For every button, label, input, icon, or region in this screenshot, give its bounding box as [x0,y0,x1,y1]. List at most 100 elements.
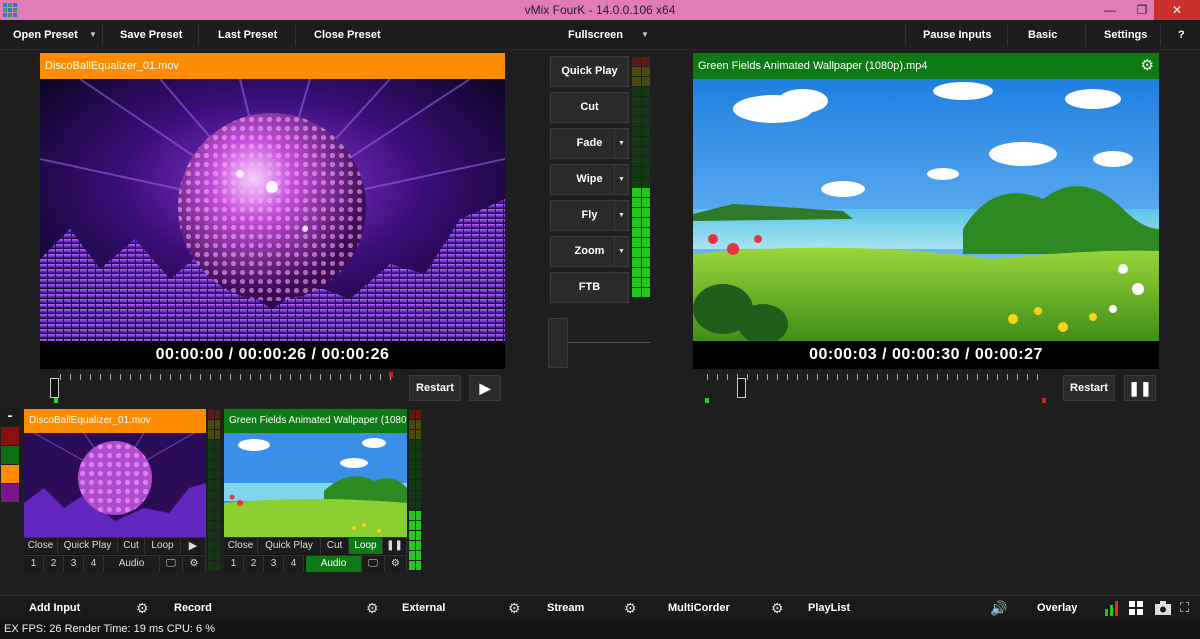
external-settings-gear-icon[interactable]: ⚙ [366,596,379,620]
record-settings-gear-icon[interactable]: ⚙ [136,596,149,620]
vu-segment [409,490,415,500]
input-1-overlay-4[interactable]: 4 [84,556,104,572]
cut-button[interactable]: Cut [550,92,629,123]
input-1-audio-button[interactable]: Audio [104,556,160,572]
fade-dropdown-icon[interactable]: ▼ [614,129,628,158]
input-1-overlay-3[interactable]: 3 [64,556,84,572]
multicorder-button[interactable]: MultiCorder [668,596,730,620]
fullscreen-output-icon[interactable]: ⛶ [1180,596,1189,620]
color-tag-orange[interactable] [1,465,19,483]
fly-dropdown-icon[interactable]: ▼ [614,201,628,230]
input-2-settings-gear-icon[interactable]: ⚙ [385,556,407,572]
wipe-button[interactable]: Wipe ▼ [550,164,629,195]
add-input-button[interactable]: Add Input [29,596,80,620]
multiview-grid-icon[interactable] [1129,601,1143,615]
transition-t-bar[interactable] [548,318,568,368]
input-1-monitor-icon[interactable]: 🖵 [160,556,183,572]
input-2-pause-icon[interactable]: ❚❚ [383,538,407,554]
preview-play-button[interactable]: ▶ [469,375,501,401]
preview-restart-button[interactable]: Restart [409,375,461,401]
input-2-overlay-3[interactable]: 3 [264,556,284,572]
fullscreen-dropdown-icon[interactable]: ▼ [641,20,649,50]
input-1-thumbnail[interactable] [24,433,206,537]
save-preset-button[interactable]: Save Preset [120,20,182,50]
color-tag-purple[interactable] [1,484,19,502]
input-2-quick-play-button[interactable]: Quick Play [258,538,321,554]
vu-segment [214,480,220,490]
color-tag-green[interactable] [1,446,19,464]
toolbar-divider [1085,24,1086,46]
multicorder-settings-gear-icon[interactable]: ⚙ [624,596,637,620]
output-settings-gear-icon[interactable]: ⚙ [1141,53,1154,79]
input-2-thumbnail[interactable] [224,433,407,537]
last-preset-button[interactable]: Last Preset [218,20,277,50]
stream-settings-gear-icon[interactable]: ⚙ [508,596,521,620]
input-2-overlay-4[interactable]: 4 [284,556,304,572]
vu-segment [632,67,641,77]
overlay-button[interactable]: Overlay [1037,596,1077,620]
fade-button[interactable]: Fade ▼ [550,128,629,159]
quick-play-button[interactable]: Quick Play [550,56,629,87]
vu-segment [409,510,415,520]
fullscreen-button[interactable]: Fullscreen [568,20,623,50]
preview-video-disco-ball[interactable] [40,79,505,341]
help-button[interactable]: ? [1178,20,1185,50]
input-2-overlay-2[interactable]: 2 [244,556,264,572]
input-1-loop-button[interactable]: Loop [145,538,181,554]
speaker-icon[interactable]: 🔊 [990,596,1007,620]
input-2-title: Green Fields Animated Wallpaper (1080p).… [224,409,407,433]
playlist-button[interactable]: PlayList [808,596,850,620]
output-panel: Green Fields Animated Wallpaper (1080p).… [693,53,1159,369]
input-2-loop-button[interactable]: Loop [349,538,383,554]
wipe-dropdown-icon[interactable]: ▼ [614,165,628,194]
open-preset-dropdown-icon[interactable]: ▼ [89,20,97,50]
input-2-audio-button[interactable]: Audio [306,556,362,572]
minimize-button[interactable]: — [1096,0,1124,20]
input-2-monitor-icon[interactable]: 🖵 [362,556,385,572]
input-1-settings-gear-icon[interactable]: ⚙ [183,556,206,572]
input-1-cut-button[interactable]: Cut [118,538,145,554]
vu-segment [214,530,220,540]
color-tag-red[interactable] [1,427,19,445]
audio-mixer-bars-icon[interactable] [1104,600,1120,616]
input-card-1: DiscoBallEqualizer_01.mov Close Quick Pl… [24,409,206,572]
input-1-overlay-2[interactable]: 2 [44,556,64,572]
color-tag-none[interactable]: - [1,408,19,426]
vu-segment [208,510,214,520]
open-preset-button[interactable]: Open Preset [13,20,78,50]
input-1-quick-play-button[interactable]: Quick Play [58,538,118,554]
pause-inputs-button[interactable]: Pause Inputs [923,20,991,50]
input-2-cut-button[interactable]: Cut [321,538,349,554]
external-button[interactable]: External [402,596,445,620]
input-2-overlay-1[interactable]: 1 [224,556,244,572]
stream-button[interactable]: Stream [547,596,584,620]
restore-button[interactable]: ❐ [1128,0,1156,20]
settings-button[interactable]: Settings [1104,20,1147,50]
input-2-close-button[interactable]: Close [224,538,258,554]
zoom-dropdown-icon[interactable]: ▼ [614,237,628,266]
wipe-label: Wipe [576,173,603,185]
playlist-settings-gear-icon[interactable]: ⚙ [771,596,784,620]
input-1-close-button[interactable]: Close [24,538,58,554]
zoom-button[interactable]: Zoom ▼ [550,236,629,267]
ftb-button[interactable]: FTB [550,272,629,303]
vu-segment [641,267,650,277]
output-video-green-fields[interactable] [693,79,1159,341]
output-seek-slider[interactable] [737,378,747,398]
basic-button[interactable]: Basic [1028,20,1057,50]
vu-segment [415,470,421,480]
vu-segment [415,530,421,540]
vu-segment [208,520,214,530]
input-1-overlay-1[interactable]: 1 [24,556,44,572]
fly-button[interactable]: Fly ▼ [550,200,629,231]
master-audio-meter [632,57,650,297]
close-preset-button[interactable]: Close Preset [314,20,381,50]
preview-seek-slider[interactable] [50,378,59,398]
close-window-button[interactable]: ✕ [1154,0,1200,20]
input-1-play-icon[interactable]: ▶ [181,538,206,554]
record-button[interactable]: Record [174,596,212,620]
output-pause-button[interactable]: ❚❚ [1124,375,1156,401]
vu-segment [632,87,641,97]
snapshot-camera-icon[interactable] [1155,601,1171,615]
output-restart-button[interactable]: Restart [1063,375,1115,401]
